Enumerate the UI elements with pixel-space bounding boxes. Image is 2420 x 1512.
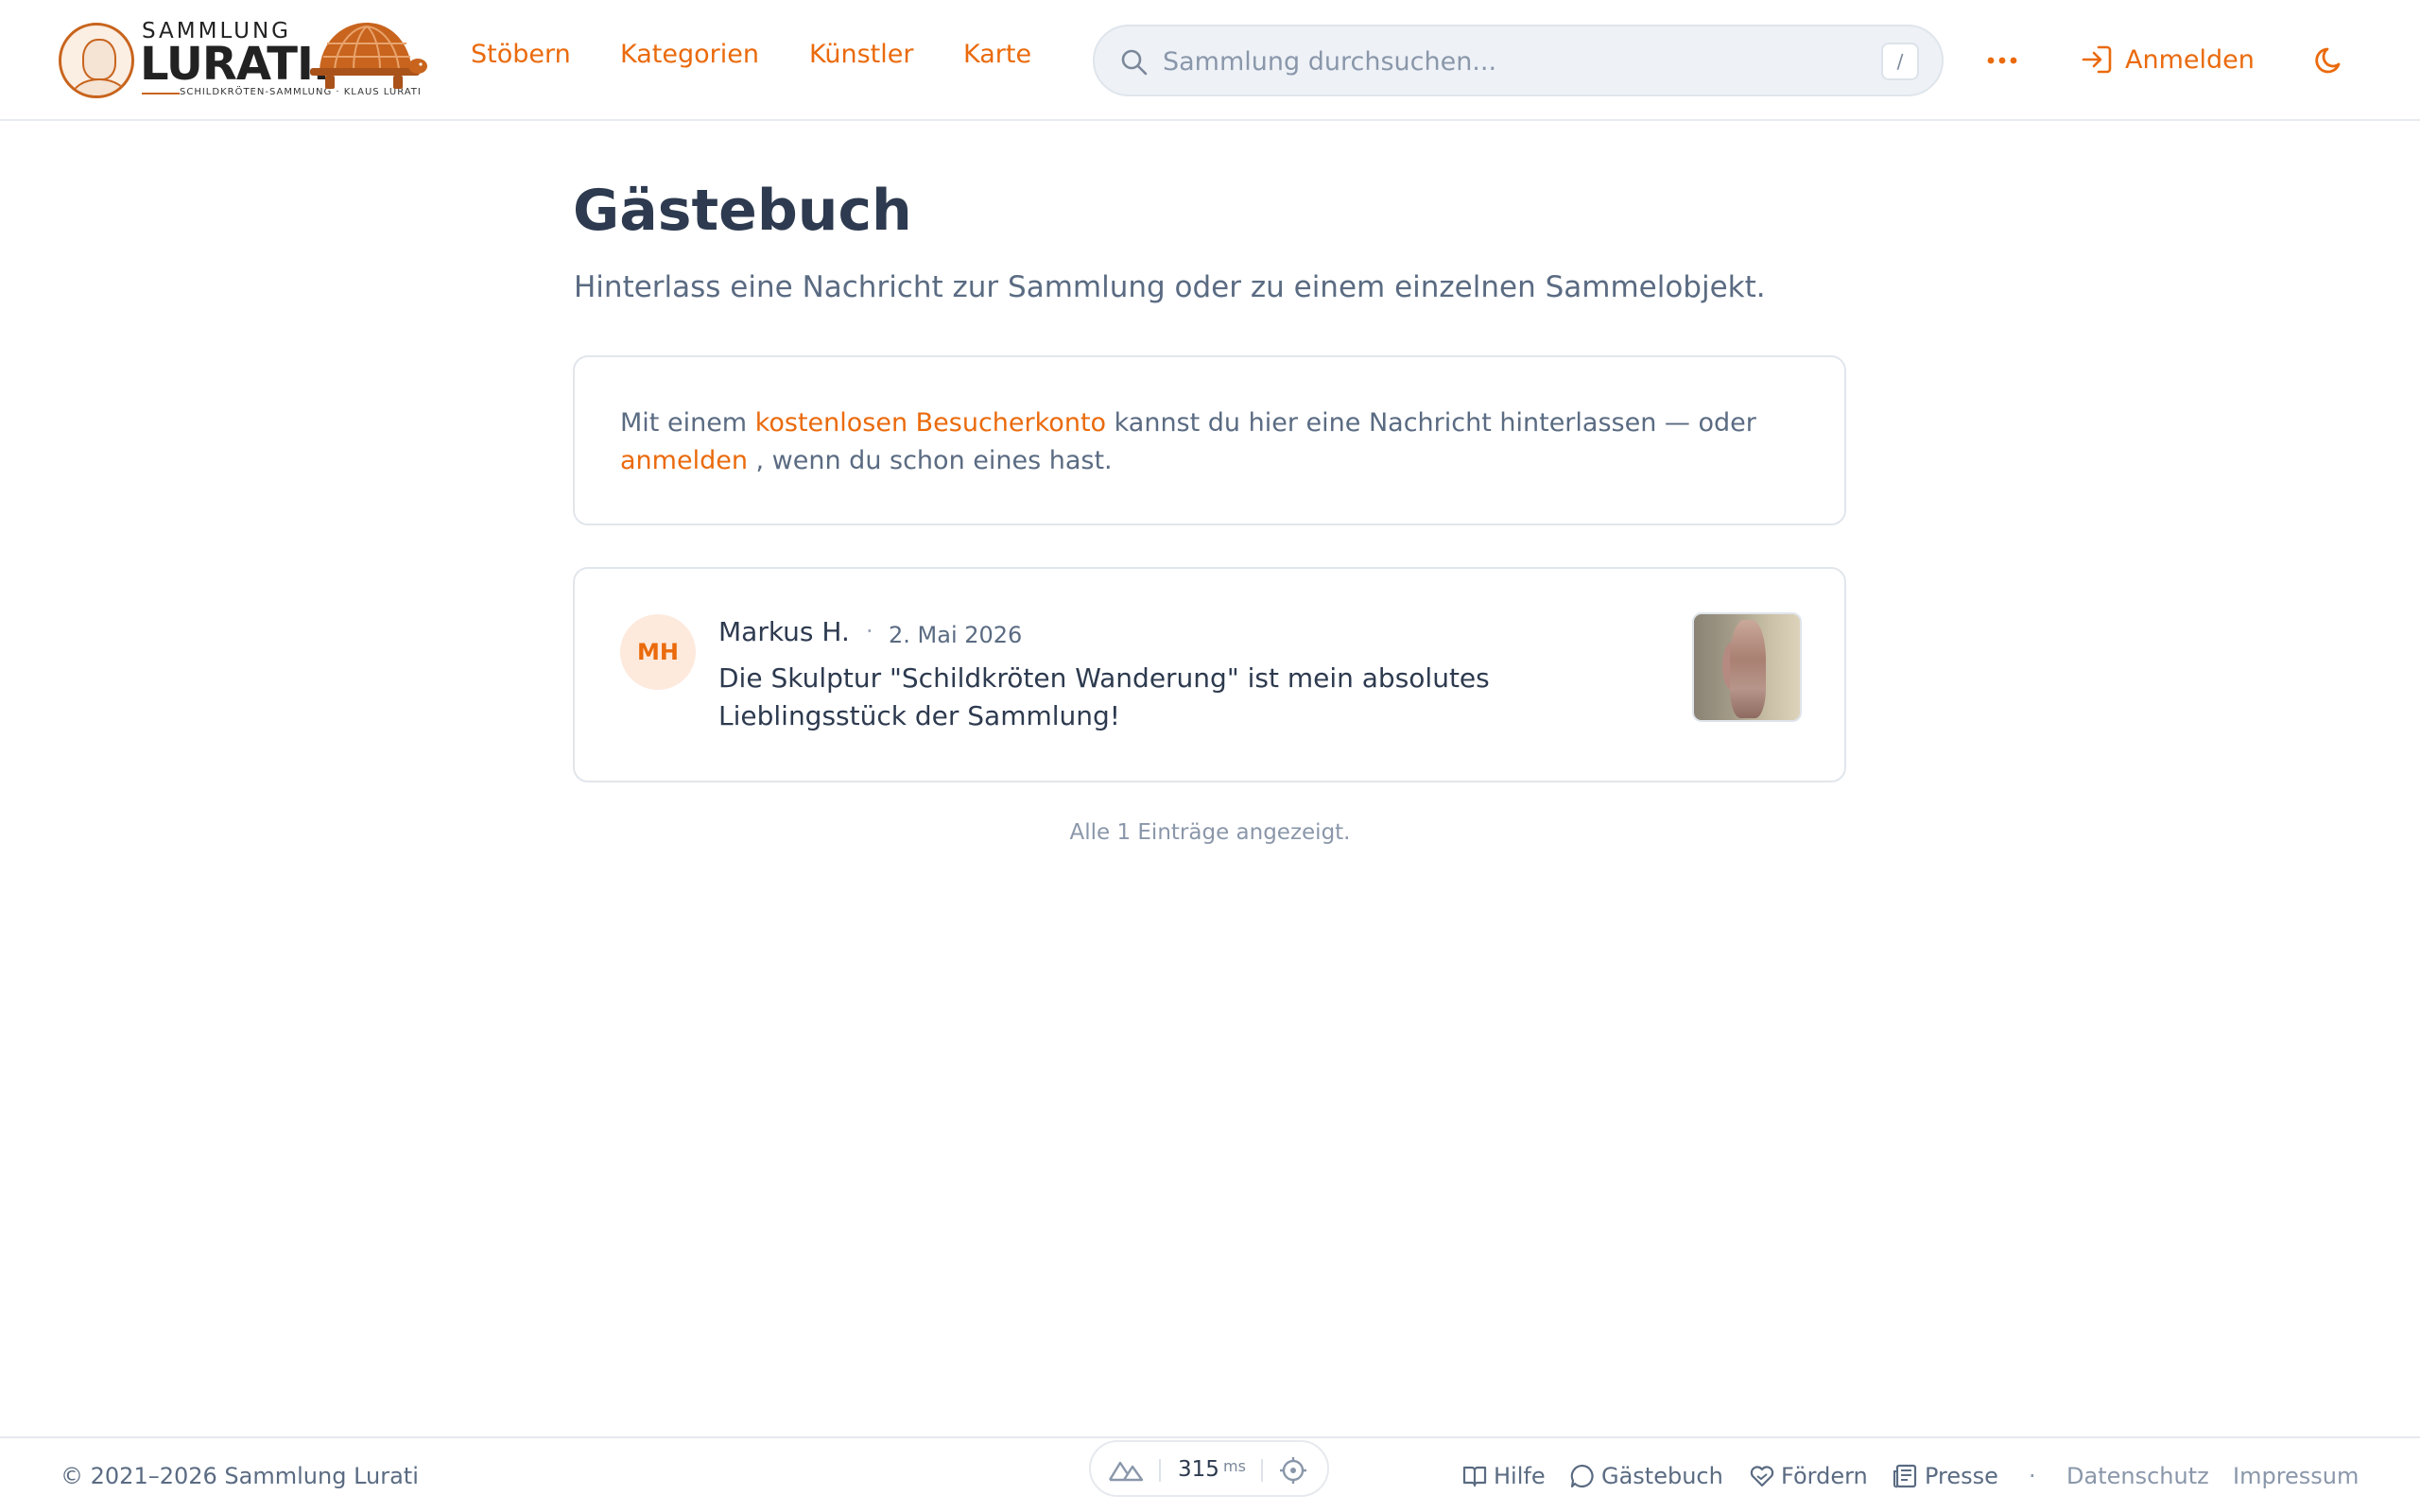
site-header: SAMMLUNG LURATI. SCHILDKRÖTEN-SAMMLUNG ·…: [0, 0, 2420, 121]
footer-separator: ·: [2029, 1463, 2036, 1489]
perf-divider: [1261, 1459, 1263, 1482]
heart-hand-icon: [1750, 1466, 1774, 1487]
footer-link-imprint[interactable]: Impressum: [2233, 1463, 2359, 1489]
footer-link-privacy[interactable]: Datenschutz: [2066, 1463, 2209, 1489]
entry-author: Markus H.: [718, 616, 850, 647]
free-account-link[interactable]: kostenlosen Besucherkonto: [755, 408, 1106, 438]
page-subtitle: Hinterlass eine Nachricht zur Sammlung o…: [574, 270, 1766, 304]
footer-link-guestbook[interactable]: Gästebuch: [1569, 1463, 1723, 1489]
login-prompt-card: Mit einem kostenlosen Besucherkonto kann…: [573, 355, 1846, 525]
copyright: © 2021–2026 Sammlung Lurati: [60, 1463, 419, 1489]
search-input[interactable]: [1163, 40, 1824, 83]
perf-value: 315: [1178, 1457, 1219, 1482]
nav-item-stoebern[interactable]: Stöbern: [471, 40, 571, 69]
login-label: Anmelden: [2125, 44, 2255, 75]
footer-link-label: Presse: [1925, 1463, 1998, 1489]
login-button[interactable]: Anmelden: [2080, 36, 2255, 83]
performance-widget: 315 ms: [1089, 1440, 1329, 1497]
footer-link-label: Hilfe: [1494, 1463, 1546, 1489]
crosshair-icon[interactable]: [1278, 1455, 1308, 1486]
turtle-logo-icon: [310, 23, 427, 89]
nav-item-kuenstler[interactable]: Künstler: [809, 40, 913, 69]
login-prompt-text: Mit einem kostenlosen Besucherkonto kann…: [620, 404, 1811, 480]
perf-unit: ms: [1223, 1457, 1246, 1475]
prompt-text-post: , wenn du schon eines hast.: [747, 446, 1113, 475]
chat-icon: [1570, 1464, 1594, 1488]
founder-portrait: [59, 23, 134, 98]
nav-item-karte[interactable]: Karte: [963, 40, 1031, 69]
search-shortcut-hint: /: [1881, 43, 1919, 80]
entry-date: 2. Mai 2026: [889, 622, 1023, 648]
avatar: MH: [620, 614, 696, 690]
logo-main-text: LURATI.: [140, 38, 330, 91]
footer-link-label: Gästebuch: [1601, 1463, 1723, 1489]
login-icon: [2082, 45, 2112, 74]
mountain-icon[interactable]: [1108, 1455, 1144, 1484]
book-icon: [1462, 1466, 1487, 1487]
more-icon[interactable]: [1983, 42, 2021, 79]
footer-link-press[interactable]: Presse: [1893, 1463, 1998, 1489]
search-box: /: [1093, 25, 1944, 96]
search-icon: [1121, 49, 1148, 76]
prompt-text-mid: kannst du hier eine Nachricht hinterlass…: [1106, 408, 1756, 438]
nav-item-kategorien[interactable]: Kategorien: [620, 40, 759, 69]
footer-link-help[interactable]: Hilfe: [1461, 1463, 1546, 1489]
prompt-text-pre: Mit einem: [620, 408, 755, 438]
entries-count: Alle 1 Einträge angezeigt.: [1069, 820, 1351, 845]
newspaper-icon: [1893, 1464, 1917, 1488]
footer-link-support[interactable]: Fördern: [1749, 1463, 1868, 1489]
perf-divider: [1159, 1459, 1161, 1482]
entry-separator: ·: [866, 618, 873, 644]
footer-link-label: Fördern: [1781, 1463, 1868, 1489]
guestbook-entry: MH Markus H. · 2. Mai 2026 Die Skulptur …: [573, 567, 1846, 782]
entry-message: Die Skulptur "Schildkröten Wanderung" is…: [718, 662, 1490, 731]
login-link[interactable]: anmelden: [620, 446, 748, 475]
page-title: Gästebuch: [573, 178, 912, 244]
moon-icon[interactable]: [2310, 42, 2348, 79]
entry-object-thumbnail[interactable]: [1692, 612, 1802, 722]
site-footer: © 2021–2026 Sammlung Lurati 315 ms Hilfe…: [0, 1436, 2420, 1512]
logo-line: [142, 93, 180, 94]
site-logo[interactable]: SAMMLUNG LURATI. SCHILDKRÖTEN-SAMMLUNG ·…: [59, 19, 427, 102]
